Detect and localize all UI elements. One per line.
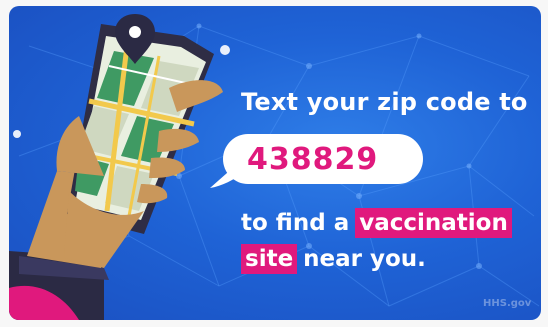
line2-prefix: to find a xyxy=(241,210,350,236)
sms-code: 438829 xyxy=(247,142,379,177)
line3-suffix: near you. xyxy=(303,246,426,272)
highlight-site: site xyxy=(241,244,298,274)
hhs-watermark: HHS.gov xyxy=(483,298,532,309)
screen-frame: Text your zip code to 438829 to find a v… xyxy=(0,0,548,327)
vaccination-banner: Text your zip code to 438829 to find a v… xyxy=(9,6,541,320)
headline: Text your zip code to xyxy=(241,88,528,116)
instruction-line-3: site near you. xyxy=(241,244,426,274)
instruction-line-2: to find a vaccination xyxy=(241,208,512,238)
highlight-vaccination: vaccination xyxy=(355,208,512,238)
